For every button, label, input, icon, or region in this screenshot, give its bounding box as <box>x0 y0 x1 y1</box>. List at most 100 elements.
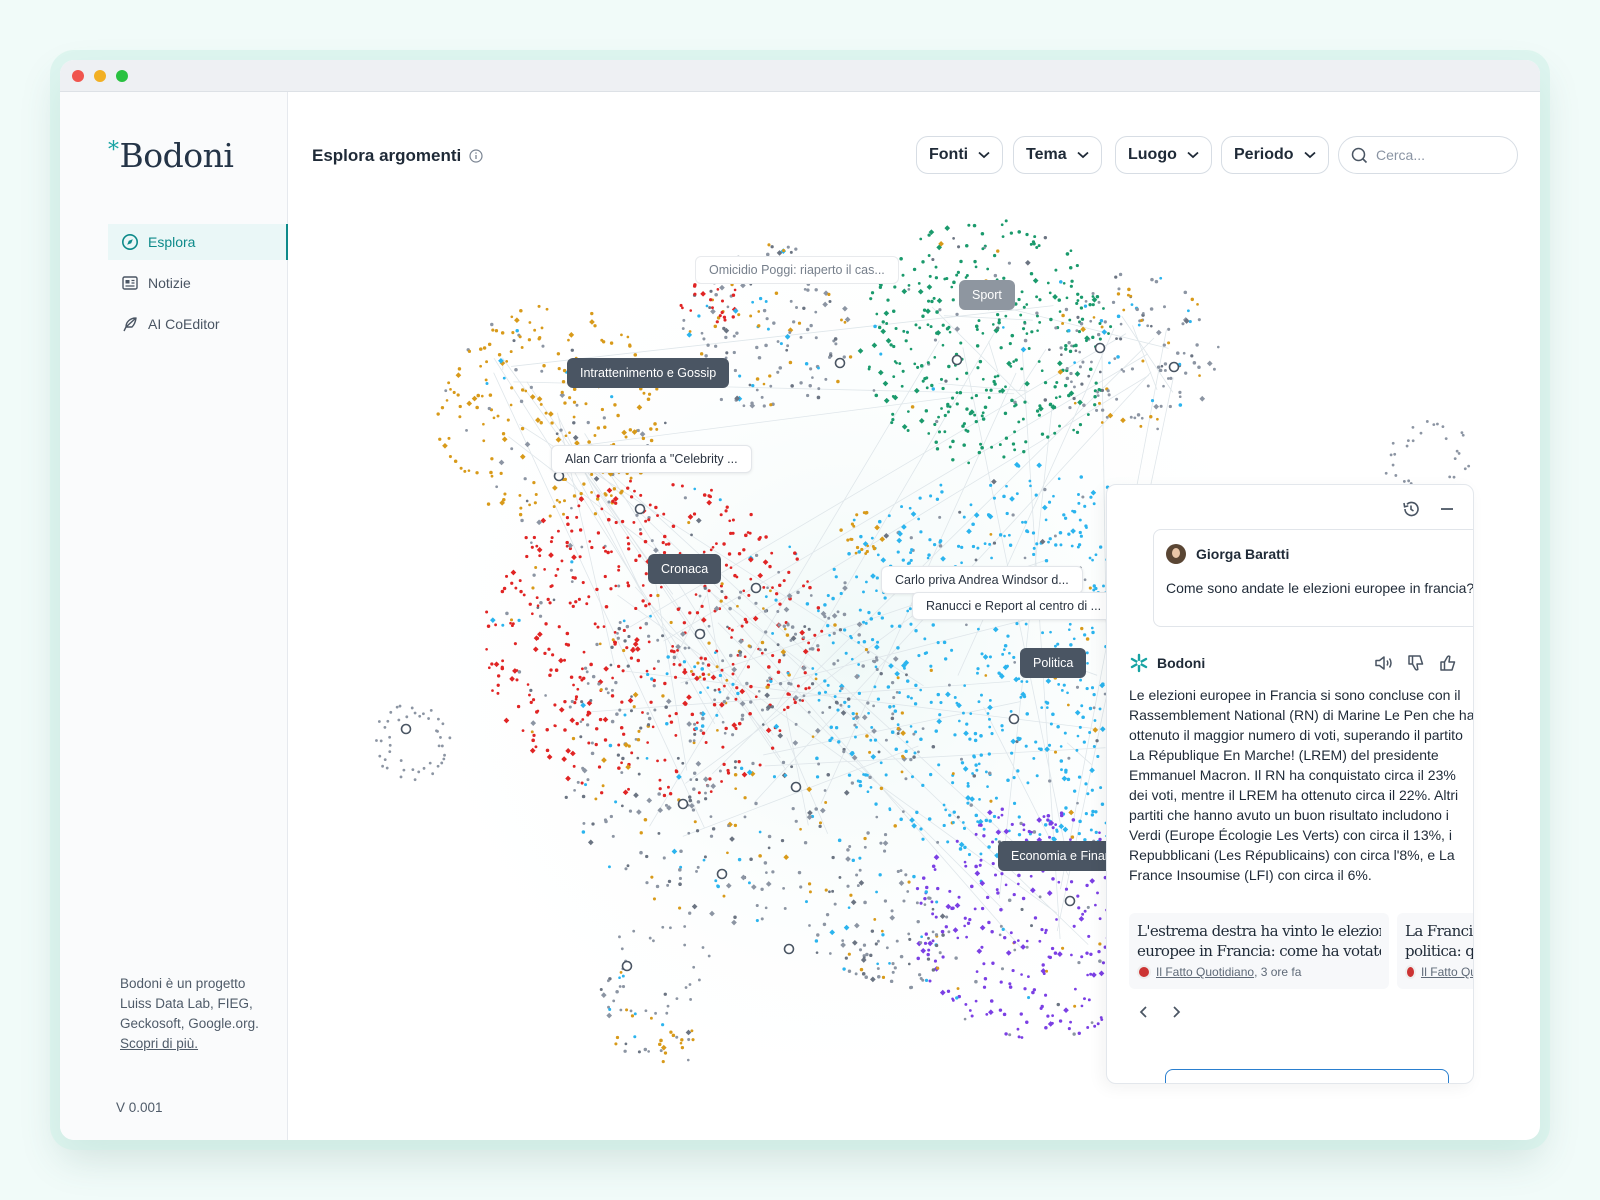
filter-luogo[interactable]: Luogo <box>1115 136 1212 174</box>
graph-hub-node[interactable] <box>1168 361 1180 373</box>
source-card[interactable]: L'estrema destra ha vinto le elezioni eu… <box>1129 913 1389 989</box>
graph-node <box>930 900 934 904</box>
speaker-icon[interactable] <box>1373 653 1395 673</box>
source-card-title: politica: quattr <box>1405 942 1474 960</box>
info-icon[interactable] <box>469 149 483 163</box>
graph-node <box>764 343 768 348</box>
graph-hub-node[interactable] <box>634 503 646 515</box>
source-name[interactable]: Il Fatto Quotidiano <box>1156 965 1254 979</box>
graph-node <box>1083 578 1087 582</box>
graph-node <box>405 715 409 719</box>
graph-node <box>1022 823 1026 827</box>
graph-node <box>993 382 997 386</box>
graph-node <box>896 646 900 650</box>
graph-node <box>947 364 951 369</box>
graph-node <box>921 837 925 841</box>
filter-periodo[interactable]: Periodo <box>1221 136 1329 174</box>
maximize-window-button[interactable] <box>116 70 128 82</box>
graph-node <box>889 979 894 984</box>
graph-hub-node[interactable] <box>790 781 802 793</box>
graph-node <box>814 336 818 340</box>
source-card[interactable]: La Francia affr politica: quattr Il Fatt… <box>1397 913 1474 989</box>
learn-more-link[interactable]: Scopri di più. <box>120 1036 198 1051</box>
search-input[interactable] <box>1376 147 1496 163</box>
graph-node <box>1091 809 1095 814</box>
graph-node <box>567 338 570 342</box>
graph-node <box>1090 788 1094 792</box>
minimize-window-button[interactable] <box>94 70 106 82</box>
graph-node <box>575 515 579 519</box>
graph-node <box>941 955 945 959</box>
graph-node <box>858 608 862 612</box>
story-label[interactable]: Carlo priva Andrea Windsor d... <box>881 566 1083 594</box>
story-label[interactable]: Omicidio Poggi: riaperto il cas... <box>695 256 899 284</box>
graph-node <box>627 542 631 546</box>
history-icon[interactable] <box>1401 499 1421 519</box>
graph-hub-node[interactable] <box>677 798 689 810</box>
thumbs-down-icon[interactable] <box>1405 653 1427 673</box>
graph-hub-node[interactable] <box>1064 895 1076 907</box>
graph-hub-node[interactable] <box>783 943 795 955</box>
graph-node <box>1049 630 1052 634</box>
graph-node <box>1078 365 1082 369</box>
thumbs-up-icon[interactable] <box>1437 653 1459 673</box>
sidebar-item-ai-coeditor[interactable]: AI CoEditor <box>108 306 288 342</box>
graph-node <box>1004 883 1008 887</box>
topic-label-politica[interactable]: Politica <box>1020 648 1087 678</box>
graph-node <box>1012 655 1016 659</box>
source-name[interactable]: Il Fatto Quotidi <box>1421 965 1473 979</box>
graph-node <box>1178 395 1182 399</box>
graph-hub-node[interactable] <box>621 960 633 972</box>
topic-label-cronaca[interactable]: Cronaca <box>648 554 722 584</box>
version-label: V 0.001 <box>116 1100 163 1115</box>
graph-node <box>1075 301 1079 306</box>
graph-node <box>1007 533 1011 537</box>
story-label[interactable]: Ranucci e Report al centro di ... <box>912 592 1116 620</box>
graph-node <box>850 657 854 661</box>
graph-node <box>565 516 570 520</box>
graph-node <box>644 519 648 523</box>
graph-node <box>947 930 951 934</box>
graph-node <box>967 461 971 465</box>
sidebar-item-esplora[interactable]: Esplora <box>108 224 288 260</box>
search-box[interactable] <box>1338 136 1518 174</box>
topic-label-intrattenimento[interactable]: Intrattenimento e Gossip <box>567 358 730 388</box>
filter-tema[interactable]: Tema <box>1013 136 1102 174</box>
close-window-button[interactable] <box>72 70 84 82</box>
graph-node <box>807 627 811 631</box>
graph-hub-node[interactable] <box>951 354 963 366</box>
topic-label-sport[interactable]: Sport <box>959 280 1015 310</box>
graph-node <box>1062 281 1066 285</box>
logo[interactable]: *Bodoni <box>108 136 234 175</box>
compose-box[interactable] <box>1165 1069 1449 1083</box>
sidebar-item-notizie[interactable]: Notizie <box>108 265 288 301</box>
graph-node <box>1020 1036 1024 1039</box>
filter-fonti[interactable]: Fonti <box>916 136 1004 174</box>
graph-node <box>863 836 867 841</box>
graph-node <box>1024 744 1028 748</box>
chevron-right-icon[interactable] <box>1169 1005 1183 1019</box>
graph-hub-node[interactable] <box>750 582 762 594</box>
graph-node <box>990 445 994 449</box>
graph-node <box>836 659 840 662</box>
graph-hub-node[interactable] <box>400 723 412 735</box>
graph-hub-node[interactable] <box>716 868 728 880</box>
graph-hub-node[interactable] <box>1008 713 1020 725</box>
graph-hub-node[interactable] <box>1094 342 1106 354</box>
graph-node <box>805 327 810 332</box>
chevron-left-icon[interactable] <box>1137 1005 1151 1019</box>
minimize-icon[interactable] <box>1437 499 1457 519</box>
graph-node <box>960 561 963 565</box>
graph-node <box>1130 367 1135 371</box>
graph-hub-node[interactable] <box>694 628 706 640</box>
graph-node <box>485 381 489 385</box>
graph-node <box>693 665 697 669</box>
graph-node <box>969 712 973 715</box>
graph-node <box>639 850 643 855</box>
graph-node <box>593 512 598 516</box>
story-label[interactable]: Alan Carr trionfa a "Celebrity ... <box>551 445 752 473</box>
graph-node <box>939 483 943 487</box>
graph-node <box>888 705 892 709</box>
graph-hub-node[interactable] <box>834 357 846 369</box>
graph-node <box>769 679 773 683</box>
